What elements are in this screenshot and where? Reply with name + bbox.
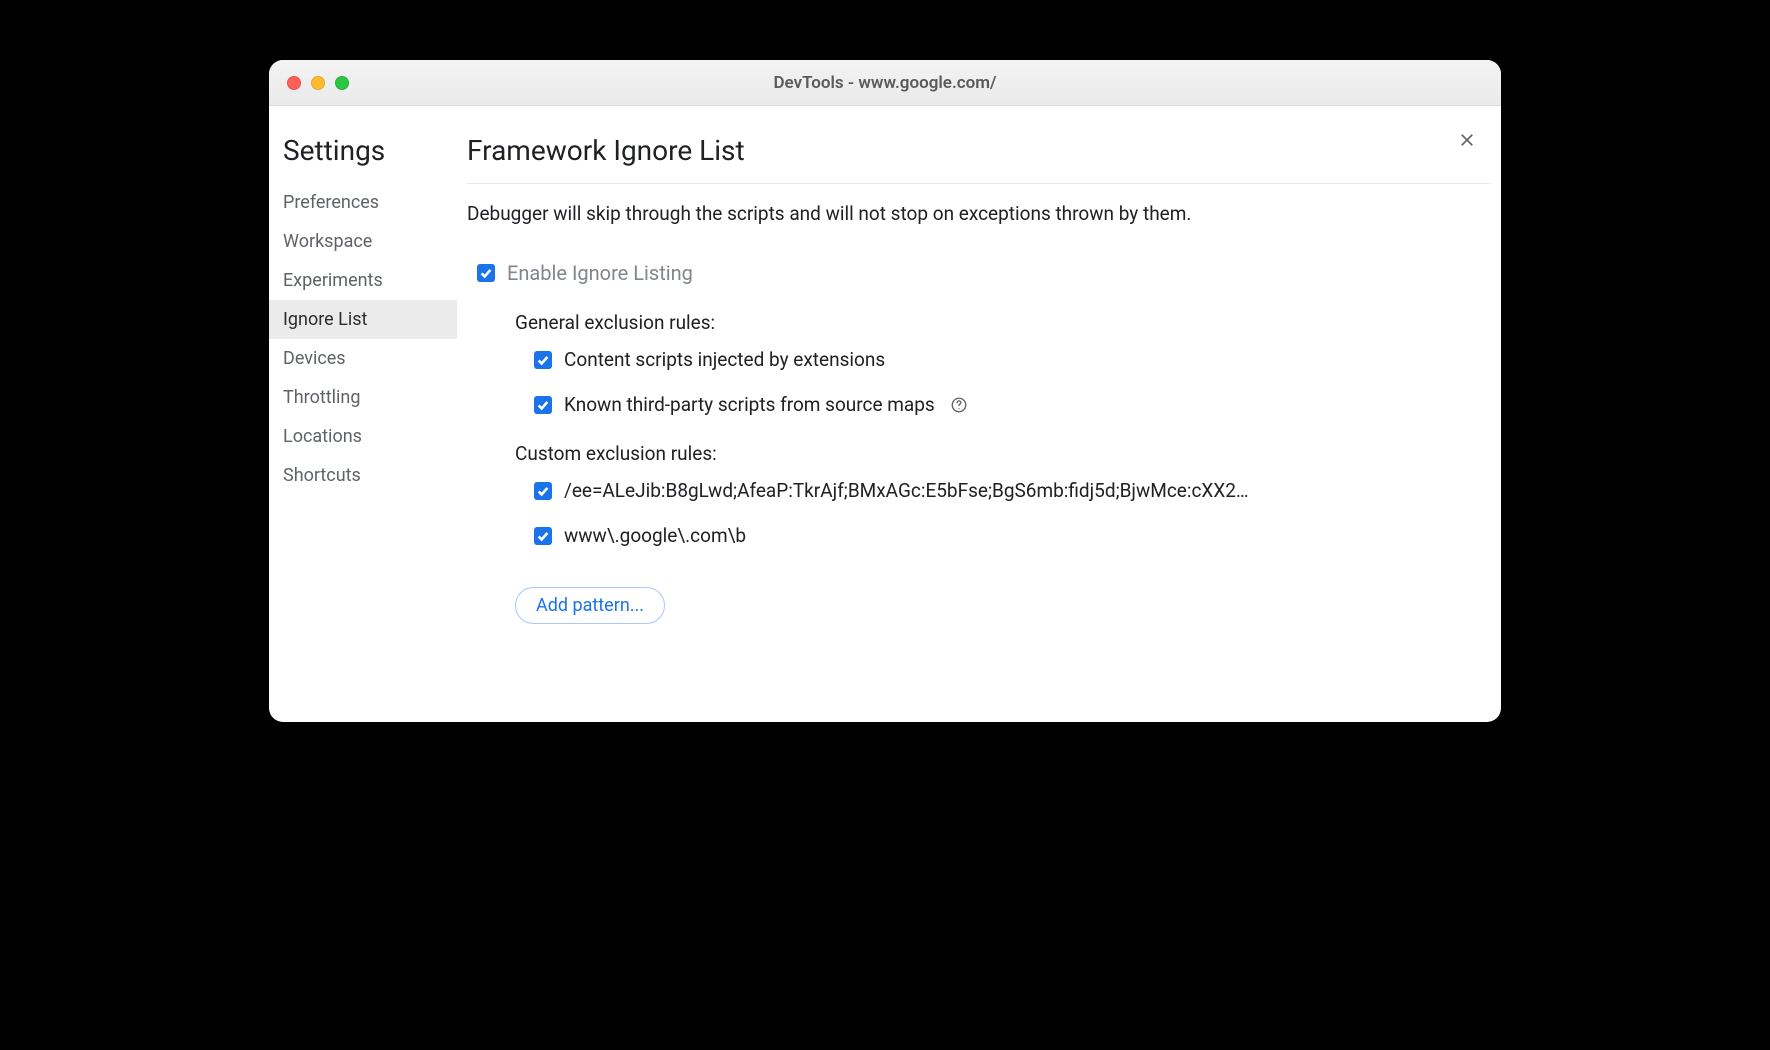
sidebar-item-workspace[interactable]: Workspace xyxy=(269,222,457,261)
check-icon xyxy=(536,398,550,412)
custom-rule-2-checkbox[interactable] xyxy=(534,527,552,545)
custom-rule-row: /ee=ALeJib:B8gLwd;AfeaP:TkrAjf;BMxAGc:E5… xyxy=(467,479,1491,502)
third-party-scripts-checkbox[interactable] xyxy=(534,396,552,414)
traffic-lights xyxy=(269,76,349,90)
sidebar-header: Settings xyxy=(269,126,457,183)
page-description: Debugger will skip through the scripts a… xyxy=(467,202,1491,225)
settings-sidebar: Settings Preferences Workspace Experimen… xyxy=(269,106,457,722)
sidebar-item-devices[interactable]: Devices xyxy=(269,339,457,378)
enable-ignore-label: Enable Ignore Listing xyxy=(507,261,693,285)
sidebar-item-throttling[interactable]: Throttling xyxy=(269,378,457,417)
close-icon xyxy=(1457,130,1477,150)
check-icon xyxy=(536,529,550,543)
help-icon[interactable] xyxy=(949,395,969,415)
settings-content: Settings Preferences Workspace Experimen… xyxy=(269,106,1501,722)
enable-option: Enable Ignore Listing xyxy=(467,261,1491,285)
close-settings-button[interactable] xyxy=(1455,128,1479,152)
content-scripts-label: Content scripts injected by extensions xyxy=(564,348,885,371)
check-icon xyxy=(536,353,550,367)
enable-ignore-checkbox[interactable] xyxy=(477,264,495,282)
sidebar-item-ignore-list[interactable]: Ignore List xyxy=(269,300,457,339)
custom-rule-2-label: www\.google\.com\b xyxy=(564,524,746,547)
close-window-button[interactable] xyxy=(287,76,301,90)
window-title: DevTools - www.google.com/ xyxy=(269,73,1501,93)
third-party-scripts-label: Known third-party scripts from source ma… xyxy=(564,393,935,416)
general-rule-row: Known third-party scripts from source ma… xyxy=(467,393,1491,416)
custom-rule-row: www\.google\.com\b xyxy=(467,524,1491,547)
custom-rule-1-checkbox[interactable] xyxy=(534,482,552,500)
general-rule-row: Content scripts injected by extensions xyxy=(467,348,1491,371)
window-titlebar: DevTools - www.google.com/ xyxy=(269,60,1501,106)
content-scripts-checkbox[interactable] xyxy=(534,351,552,369)
custom-rules-heading: Custom exclusion rules: xyxy=(467,442,1491,465)
custom-rule-1-label: /ee=ALeJib:B8gLwd;AfeaP:TkrAjf;BMxAGc:E5… xyxy=(564,479,1249,502)
maximize-window-button[interactable] xyxy=(335,76,349,90)
page-title: Framework Ignore List xyxy=(467,134,1491,184)
sidebar-item-shortcuts[interactable]: Shortcuts xyxy=(269,456,457,495)
sidebar-item-experiments[interactable]: Experiments xyxy=(269,261,457,300)
sidebar-item-preferences[interactable]: Preferences xyxy=(269,183,457,222)
devtools-window: DevTools - www.google.com/ Settings Pref… xyxy=(269,60,1501,722)
add-pattern-button[interactable]: Add pattern... xyxy=(515,587,665,624)
general-rules-heading: General exclusion rules: xyxy=(467,311,1491,334)
minimize-window-button[interactable] xyxy=(311,76,325,90)
check-icon xyxy=(479,266,493,280)
sidebar-item-locations[interactable]: Locations xyxy=(269,417,457,456)
check-icon xyxy=(536,484,550,498)
settings-main: Framework Ignore List Debugger will skip… xyxy=(457,106,1501,722)
